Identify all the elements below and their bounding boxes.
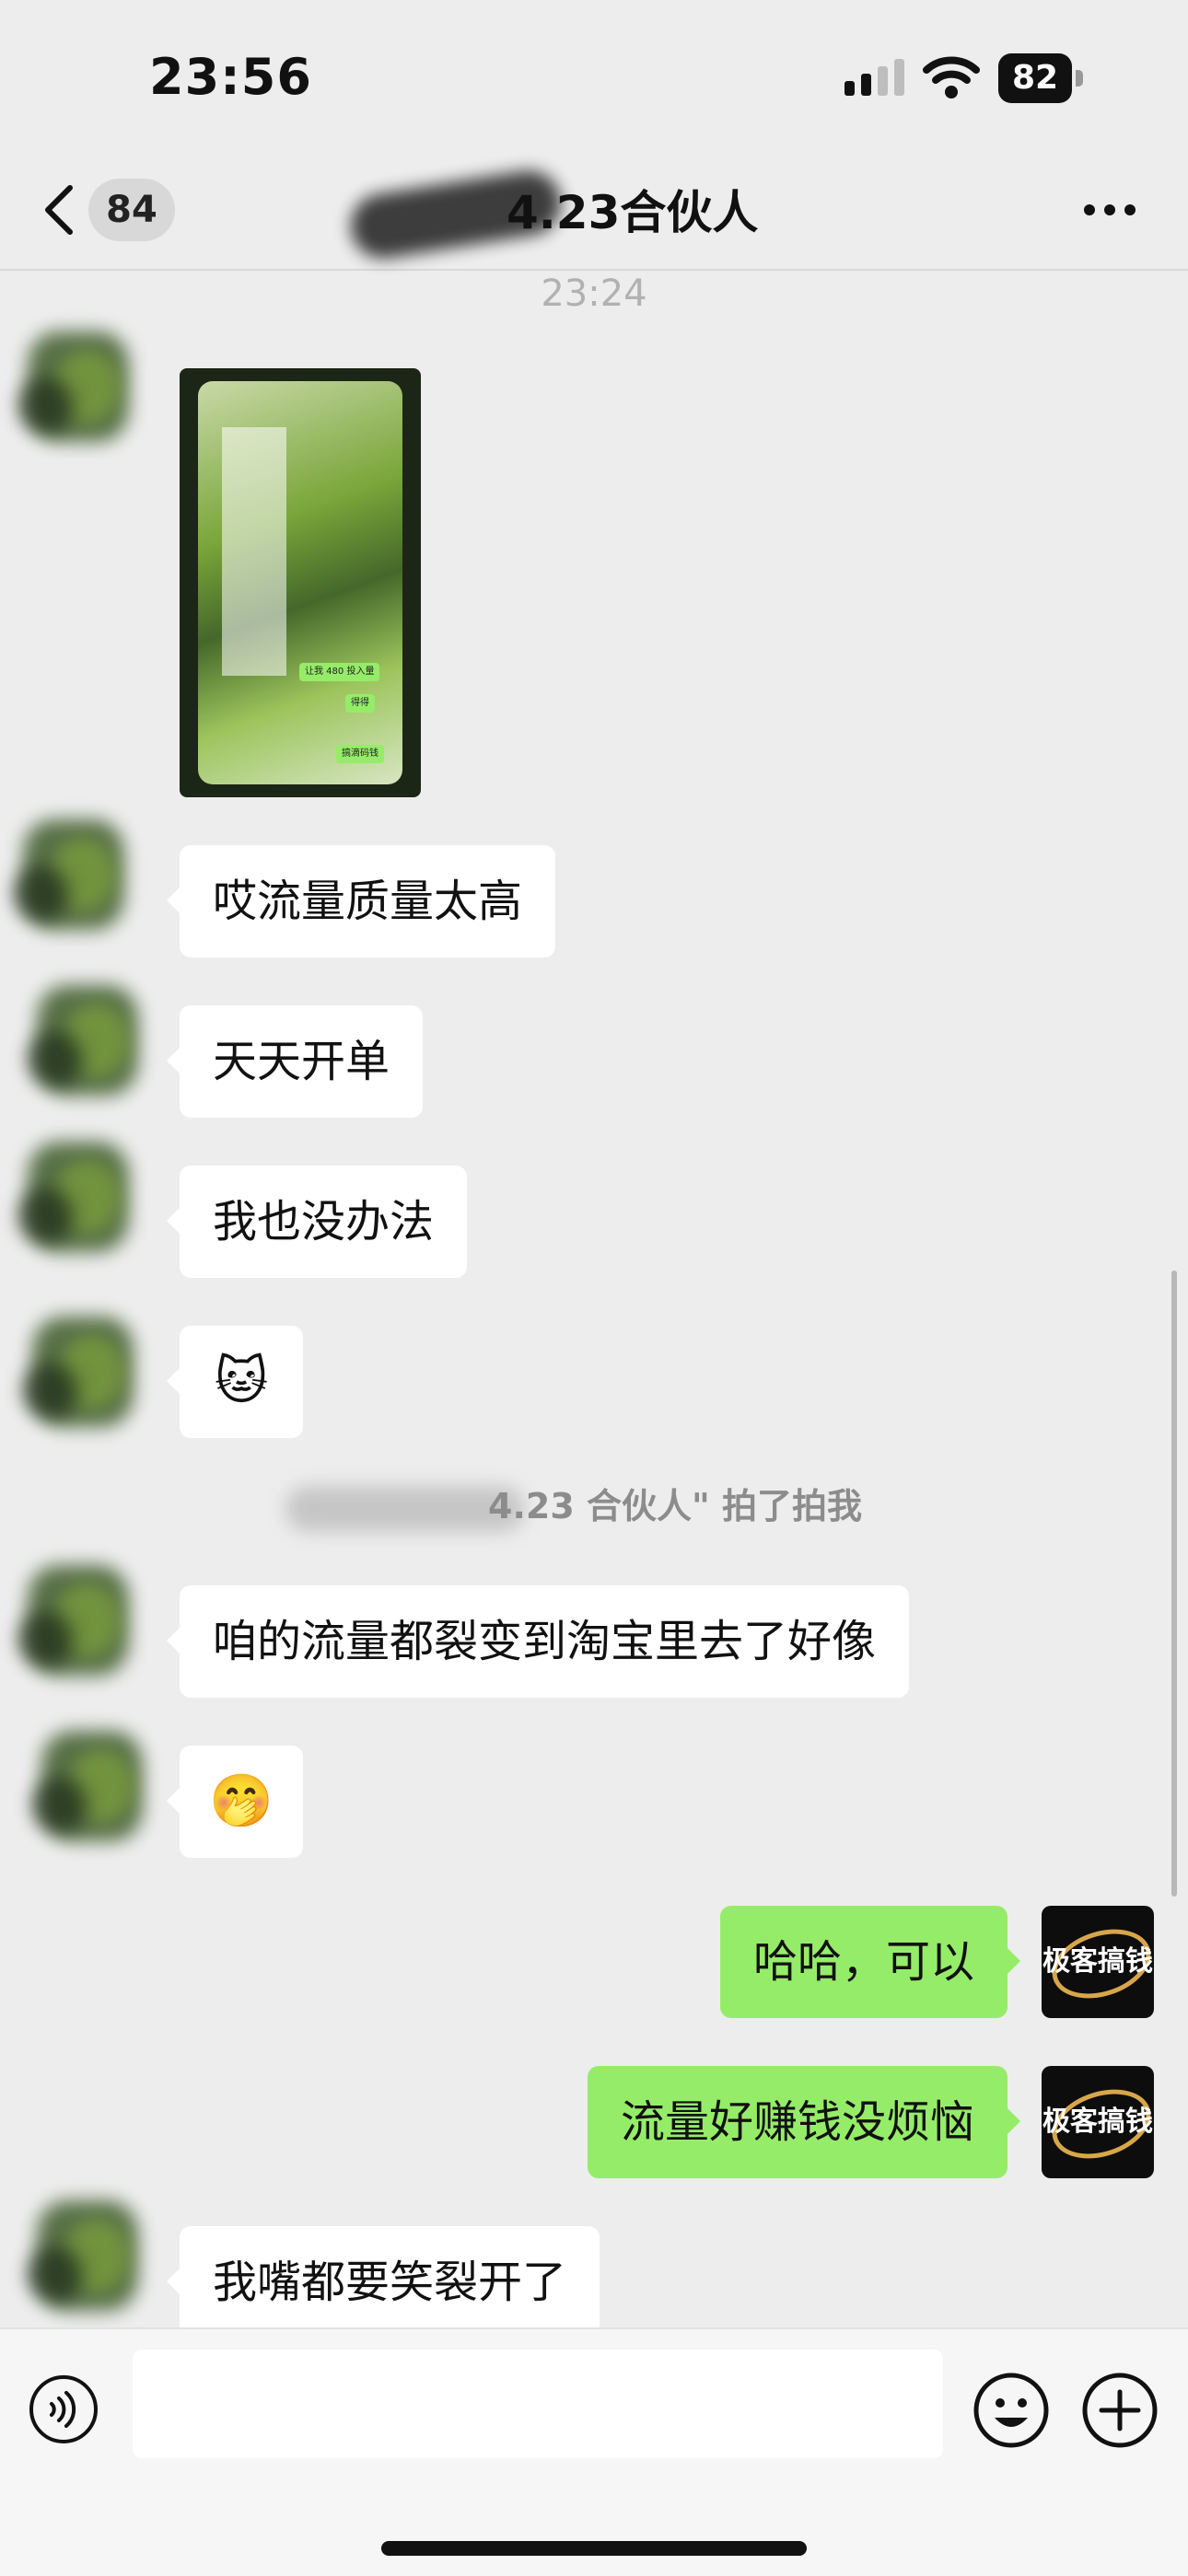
chevron-left-icon[interactable] [41, 182, 77, 238]
message-bubble[interactable]: 咱的流量都裂变到淘宝里去了好像 [166, 1585, 910, 1698]
chat-title-text: 4.23合伙人 [507, 186, 759, 239]
battery-icon: 82 [998, 53, 1083, 103]
battery-level: 82 [998, 53, 1072, 103]
message-input[interactable] [133, 2350, 943, 2458]
avatar[interactable] [18, 322, 138, 460]
avatar[interactable] [28, 2191, 147, 2329]
self-avatar-label: 极客搞钱 [1042, 2106, 1153, 2138]
pat-notification: 4.23 合伙人" 拍了拍我 [0, 1480, 1188, 1532]
thumbnail-bubble: 让我 480 投入量 [299, 663, 380, 681]
emoji-message[interactable]: 🐱 [167, 1326, 303, 1438]
avatar[interactable] [14, 810, 134, 948]
message-bubble[interactable]: 天天开单 [166, 1005, 424, 1118]
chat-header: 84 4.23合伙人 [0, 157, 1188, 271]
message-bubble[interactable]: 哎流量质量太高 [166, 845, 556, 957]
message-bubble-self[interactable]: 流量好赚钱没烦恼 [587, 2066, 1021, 2178]
voice-icon[interactable] [28, 2373, 99, 2445]
avatar[interactable] [32, 1722, 152, 1860]
screenshot-thumbnail: 让我 480 投入量 得得 搞滴码钱 [198, 381, 402, 784]
avatar[interactable] [18, 1132, 138, 1271]
self-avatar-label: 极客搞钱 [1042, 1945, 1153, 1978]
emoji-icon[interactable] [973, 2372, 1050, 2449]
emoji-message[interactable]: 🤭 [167, 1746, 303, 1858]
message-bubble[interactable]: 我嘴都要笑裂开了 [166, 2226, 600, 2338]
home-indicator[interactable] [381, 2541, 807, 2556]
avatar[interactable] [23, 1307, 143, 1445]
thumbnail-bubble: 搞滴码钱 [336, 745, 384, 763]
status-time: 23:56 [149, 48, 312, 106]
scrollbar[interactable] [1171, 1271, 1177, 1897]
avatar[interactable] [18, 1556, 138, 1694]
thumbnail-bubble: 得得 [345, 694, 375, 713]
cellular-signal-icon [844, 59, 904, 96]
image-message[interactable]: 让我 480 投入量 得得 搞滴码钱 [180, 368, 421, 797]
wifi-icon [923, 56, 980, 99]
more-options-icon[interactable] [1082, 201, 1137, 219]
status-bar: 23:56 82 [0, 0, 1188, 157]
chat-title: 4.23合伙人 [267, 166, 912, 263]
input-bar [0, 2327, 1188, 2576]
avatar[interactable] [28, 976, 147, 1114]
self-avatar[interactable]: 极客搞钱 [1042, 1906, 1154, 2018]
message-bubble[interactable]: 我也没办法 [166, 1166, 468, 1278]
message-bubble-self[interactable]: 哈哈，可以 [719, 1906, 1021, 2018]
plus-icon[interactable] [1081, 2372, 1159, 2449]
unread-count-badge[interactable]: 84 [88, 179, 175, 241]
message-timestamp: 23:24 [541, 273, 647, 315]
pat-notification-text: 4.23 合伙人" 拍了拍我 [488, 1486, 863, 1526]
self-avatar[interactable]: 极客搞钱 [1042, 2066, 1154, 2178]
